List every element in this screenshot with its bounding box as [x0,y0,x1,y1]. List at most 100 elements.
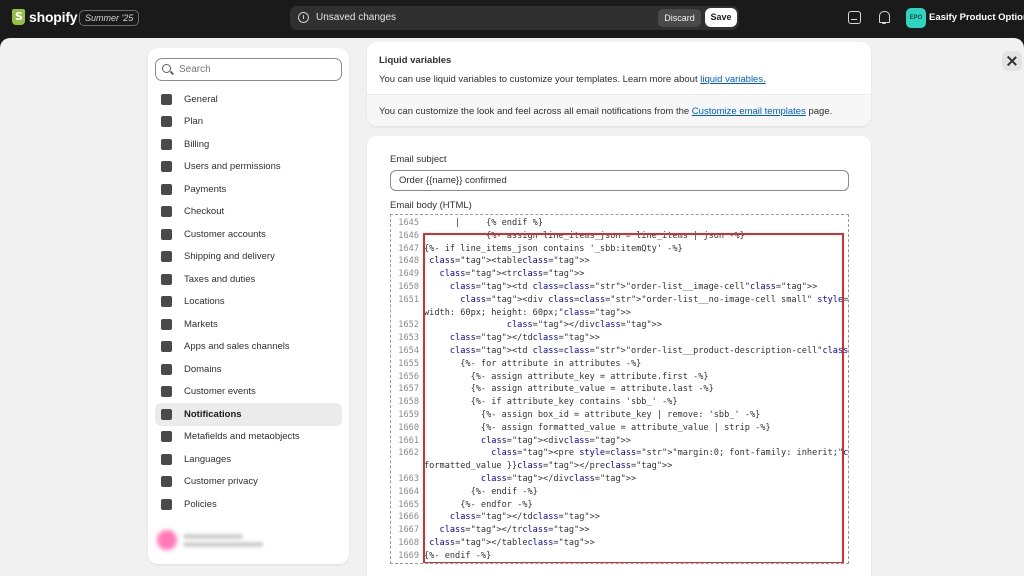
code-line: 1646 {%- assign line_items_json = line_i… [391,230,848,243]
code-line: 1657 {%- assign attribute_value = attrib… [391,383,848,396]
sidebar-item-users-and-permissions[interactable]: Users and permissions [155,156,342,179]
sidebar-item-checkout[interactable]: Checkout [155,201,342,224]
line-number: 1652 [398,320,419,331]
sidebar-item-taxes-and-duties[interactable]: Taxes and duties [155,268,342,291]
code-text: {%- assign formatted_value = attribute_v… [424,422,771,433]
location-icon [161,296,172,308]
sidebar-item-metafields-and-metaobjects[interactable]: Metafields and metaobjects [155,426,342,449]
sidebar-item-apps-and-sales-channels[interactable]: Apps and sales channels [155,336,342,359]
code-line: 1660 {%- assign formatted_value = attrib… [391,422,848,435]
person-icon [161,228,172,240]
shopify-logo[interactable]: shopify [12,9,78,25]
card-title: Liquid variables [379,55,452,66]
domain-icon [161,363,172,375]
unsaved-changes-bar: Unsaved changes Discard Save [290,6,739,30]
line-number: 1662 [398,448,419,459]
line-number: 1655 [398,358,419,369]
email-subject-input[interactable]: Order {{name}} confirmed [390,170,849,191]
code-line: 1664 {%- endif -%} [391,486,848,499]
save-button[interactable]: Save [705,8,737,27]
search-input[interactable] [179,64,329,75]
store-icon [161,93,172,105]
code-lines: 1645 | {% endif %} 1646 {%- assign line_i… [391,215,848,563]
code-text: class="tag"><pre style=class="str">"marg… [491,448,849,459]
line-number: 1646 [398,230,419,241]
card-description: You can use liquid variables to customiz… [379,74,766,85]
billing-icon [161,138,172,150]
description-text: You can use liquid variables to customiz… [379,74,701,85]
line-number: 1663 [398,473,419,484]
user-profile[interactable] [157,530,263,550]
cart-icon [161,206,172,218]
store-name[interactable]: Easify Product Options [929,12,1024,23]
code-text: class="tag"><div class=class="str">"orde… [460,294,849,305]
sidebar-item-customer-events[interactable]: Customer events [155,381,342,404]
sidebar-item-label: Notifications [184,408,242,420]
code-line: width: 60px; height: 60px;"class="tag">> [391,307,848,320]
sidebar-item-customer-privacy[interactable]: Customer privacy [155,471,342,494]
search-box[interactable] [155,58,342,81]
truck-icon [161,251,172,263]
sidebar-item-notifications[interactable]: Notifications [155,403,342,426]
inbox-icon[interactable] [848,11,861,24]
edition-badge[interactable]: Summer '25 [79,10,140,26]
bell-icon[interactable] [878,11,891,24]
email-body-editor[interactable]: 1645 | {% endif %} 1646 {%- assign line_i… [390,214,849,564]
sidebar-item-payments[interactable]: Payments [155,178,342,201]
sidebar-item-label: Shipping and delivery [184,251,275,263]
line-number: 1654 [398,345,419,356]
top-bar: shopify Summer '25 Unsaved changes Disca… [0,0,1024,36]
sidebar-item-domains[interactable]: Domains [155,358,342,381]
close-icon[interactable] [1002,51,1022,71]
discard-button[interactable]: Discard [658,9,701,27]
sidebar-item-locations[interactable]: Locations [155,291,342,314]
sidebar-item-label: Locations [184,296,225,308]
sidebar-item-label: Apps and sales channels [184,341,290,353]
sidebar-item-shipping-and-delivery[interactable]: Shipping and delivery [155,246,342,269]
code-line: 1661 class="tag"><divclass="tag">> [391,435,848,448]
code-text: {%- for attribute in attributes -%} [424,358,642,369]
code-line: 1666 class="tag"></tdclass="tag">> [391,511,848,524]
code-text: class="tag"></divclass="tag">> [480,473,637,484]
line-number: 1669 [398,550,419,561]
line-number: 1659 [398,409,419,420]
code-line: 1668 class="tag"></tableclass="tag">> [391,537,848,550]
footer-suffix: page. [805,106,833,117]
code-line: 1659 {%- assign box_id = attribute_key |… [391,409,848,422]
sidebar-item-customer-accounts[interactable]: Customer accounts [155,223,342,246]
line-number: 1656 [398,371,419,382]
code-line: 1665 {%- endfor -%} [391,499,848,512]
line-number: 1647 [398,243,419,254]
alert-circle-icon [298,12,309,23]
code-text: class="tag"><trclass="tag">> [439,269,585,280]
code-line: 1654 class="tag"><td class=class="str">"… [391,345,848,358]
store-avatar[interactable]: EPO [906,8,926,28]
liquid-variables-link[interactable]: liquid variables. [700,74,765,85]
sidebar-item-languages[interactable]: Languages [155,448,342,471]
code-text: class="tag"></tdclass="tag">> [449,333,600,344]
sidebar-item-policies[interactable]: Policies [155,493,342,516]
line-number: 1661 [398,435,419,446]
chart-icon [161,116,172,128]
code-line: 1663 class="tag"></divclass="tag">> [391,473,848,486]
sidebar-item-markets[interactable]: Markets [155,313,342,336]
line-number: 1660 [398,422,419,433]
customize-email-templates-link[interactable]: Customize email templates [692,106,806,117]
footer-text: You can customize the look and feel acro… [379,106,832,117]
line-number: 1657 [398,384,419,395]
code-text: {%- assign line_items_json = line_items … [424,230,745,241]
email-template-card: Email subject Order {{name}} confirmed E… [367,136,871,576]
sidebar-item-label: Users and permissions [184,161,281,173]
code-text: class="tag"></tableclass="tag">> [429,537,595,548]
apps-icon [161,341,172,353]
sidebar-item-billing[interactable]: Billing [155,133,342,156]
shopify-bag-icon [12,9,25,25]
events-icon [161,386,172,398]
sidebar-item-general[interactable]: General [155,88,342,111]
avatar [157,530,177,550]
sidebar-item-plan[interactable]: Plan [155,111,342,134]
sidebar-item-label: Languages [184,453,232,465]
line-number: 1649 [398,269,419,280]
code-text: class="tag"><divclass="tag">> [480,435,631,446]
code-text: {%- if line_items_json contains '_sbb:it… [424,243,683,254]
